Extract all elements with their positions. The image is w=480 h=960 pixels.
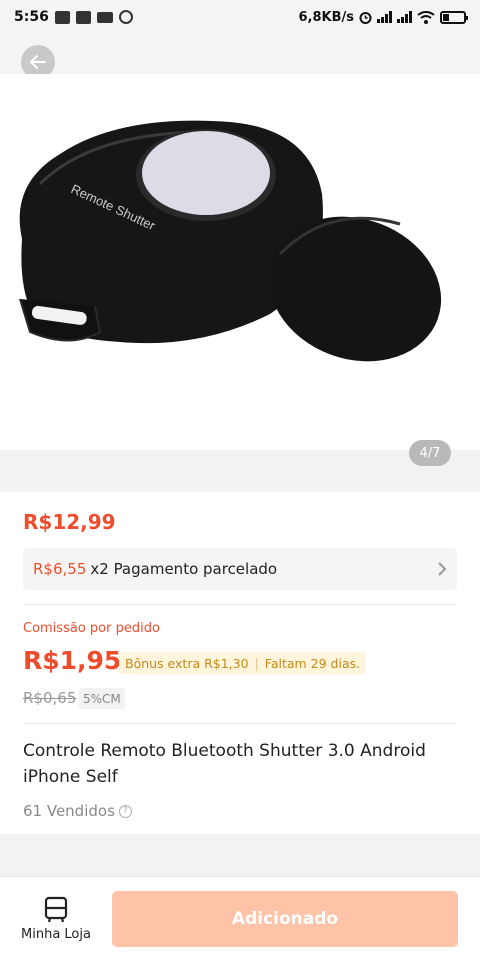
header-bar — [0, 34, 480, 74]
status-time: 5:56 — [14, 9, 49, 25]
store-icon — [44, 896, 68, 923]
remaining-days: Faltam 29 dias. — [264, 655, 361, 671]
installment-text: x2 Pagamento parcelado — [90, 560, 278, 578]
signal-icon — [397, 11, 412, 23]
question-circle-icon[interactable]: ? — [118, 804, 132, 818]
remote-shutter-product-photo: Remote Shutter — [19, 120, 442, 362]
video-icon — [96, 11, 113, 23]
divider — [23, 604, 457, 605]
chevron-right-icon — [438, 562, 447, 576]
whatsapp-icon — [118, 10, 133, 24]
installment-amount: R$6,55 — [33, 560, 87, 578]
product-price: R$12,99 — [23, 510, 116, 534]
app-icon — [54, 10, 70, 24]
bonus-badge: Bônus extra R$1,30 | Faltam 29 dias. — [119, 652, 367, 674]
commission-value: R$1,95 — [23, 646, 122, 675]
sold-text: 61 Vendidos — [23, 802, 115, 820]
installment-row[interactable]: R$6,55 x2 Pagamento parcelado — [23, 548, 457, 590]
added-button[interactable]: Adicionado — [112, 891, 458, 947]
bonus-separator: | — [254, 655, 259, 671]
alarm-icon — [359, 11, 372, 24]
wifi-icon — [417, 10, 435, 24]
old-commission: R$0,65 — [23, 689, 77, 707]
commission-label: Comissão por pedido — [23, 621, 160, 636]
battery-icon — [440, 10, 468, 24]
my-store-button[interactable]: Minha Loja — [18, 895, 94, 942]
bonus-text: Bônus extra R$1,30 — [125, 655, 249, 671]
bottom-action-bar: Minha Loja Adicionado — [0, 876, 480, 960]
image-counter: 4/7 — [409, 440, 451, 466]
divider — [23, 723, 457, 724]
status-bar: 5:56 6,8KB/s — [0, 0, 480, 34]
app-icon — [75, 10, 91, 24]
product-title: Controle Remoto Bluetooth Shutter 3.0 An… — [23, 741, 426, 787]
sold-count: 61 Vendidos ? — [23, 802, 132, 820]
network-speed: 6,8KB/s — [298, 9, 355, 25]
product-info-card: R$12,99 R$6,55 x2 Pagamento parcelado Co… — [0, 492, 480, 834]
product-image-gallery[interactable]: Remote Shutter — [0, 74, 480, 450]
arrow-left-icon — [30, 55, 46, 69]
commission-rate-badge: 5%CM — [79, 688, 125, 709]
signal-icon — [377, 11, 392, 23]
my-store-label: Minha Loja — [21, 927, 91, 942]
